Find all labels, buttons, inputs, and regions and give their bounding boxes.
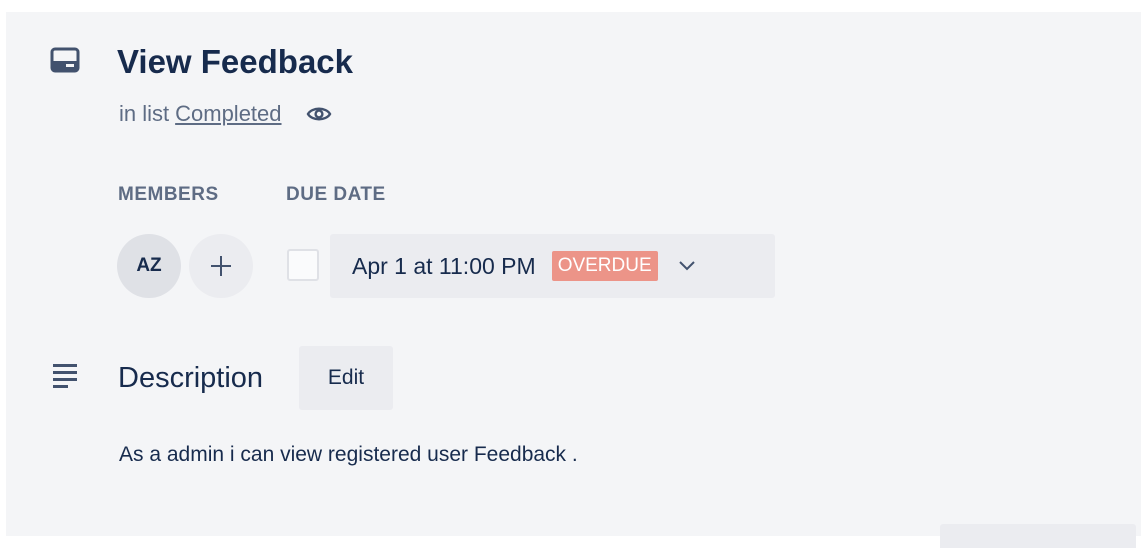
list-info: in list Completed [119,98,332,130]
description-text[interactable]: As a admin i can view registered user Fe… [119,440,578,470]
due-date-label: DUE DATE [286,184,386,205]
description-heading: Description [118,362,264,394]
members-label: MEMBERS [118,184,219,205]
chevron-down-icon [678,261,695,271]
description-icon [53,364,77,388]
member-avatar[interactable]: AZ [117,234,181,298]
list-link[interactable]: Completed [175,98,281,130]
sidebar-button-partial[interactable] [940,524,1136,548]
due-date-value: Apr 1 at 11:00 PM [352,252,536,279]
card-title[interactable]: View Feedback [117,40,353,84]
due-date-button[interactable]: Apr 1 at 11:00 PM OVERDUE [330,234,775,298]
overdue-badge: OVERDUE [551,251,658,281]
plus-icon [211,256,231,276]
list-prefix: in list [119,101,170,126]
edit-description-button[interactable]: Edit [299,346,393,410]
eye-icon[interactable] [306,104,332,124]
add-member-button[interactable] [189,234,253,298]
due-date-checkbox[interactable] [287,249,319,281]
card-detail-panel: View Feedback in list Completed MEMBERS … [6,12,1141,548]
card-icon [50,47,80,73]
